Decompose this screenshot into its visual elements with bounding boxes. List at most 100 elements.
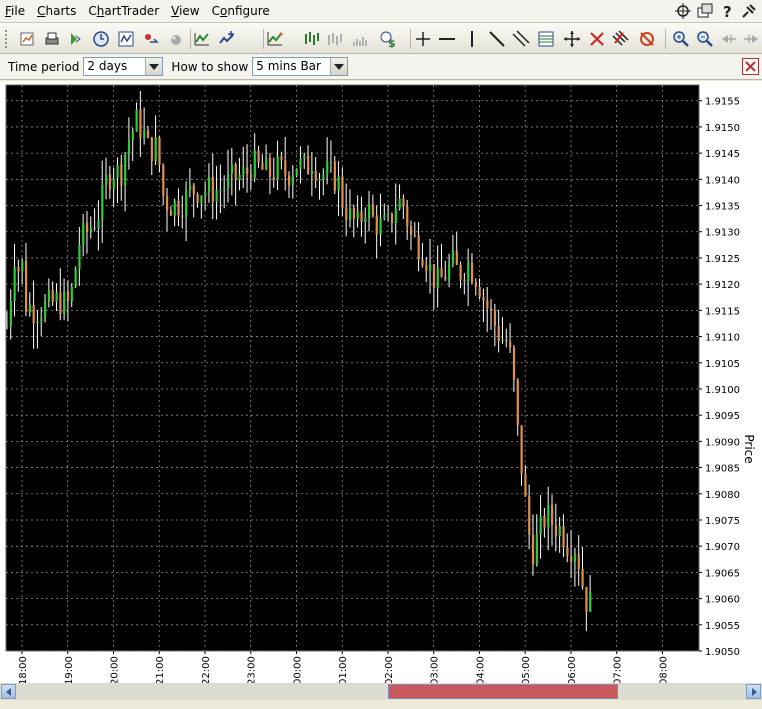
crosshair-icon[interactable] xyxy=(674,2,692,20)
candle-body xyxy=(478,286,481,297)
candle-body xyxy=(398,198,401,210)
dollar-clock-icon: $ xyxy=(380,31,396,48)
candle-body xyxy=(348,207,352,221)
price-chart[interactable]: 1.9155 1.9150 1.9145 1.9140 1.9135 1.9130 1.91… xyxy=(0,81,762,683)
scrollbar-thumb[interactable] xyxy=(388,684,618,699)
time-period-value: 2 days xyxy=(87,59,128,73)
clock-button[interactable] xyxy=(90,28,112,50)
indicator-button[interactable] xyxy=(191,28,213,50)
star-indicator-button[interactable] xyxy=(216,28,238,50)
candle-body xyxy=(364,217,367,222)
candle-body xyxy=(516,380,519,426)
chart-type-icon xyxy=(118,31,134,47)
menu-item-charttrader[interactable]: ChartTrader xyxy=(82,0,165,22)
candle-body xyxy=(82,222,85,245)
chevron-down-icon[interactable] xyxy=(330,58,348,75)
vertical-line-button[interactable] xyxy=(461,28,483,50)
candle-body xyxy=(265,157,268,170)
candle-body xyxy=(93,227,96,229)
ohlc-bar-button[interactable] xyxy=(301,28,323,50)
crosshair-tool-button[interactable] xyxy=(412,28,434,50)
new-chart-button[interactable] xyxy=(17,28,39,50)
x-tick-label: 01:00 xyxy=(338,656,349,683)
volume-bar-button[interactable] xyxy=(349,28,371,50)
delete-all-drawings-button[interactable] xyxy=(610,28,632,50)
candle-body xyxy=(291,175,295,186)
candle-body xyxy=(135,109,138,132)
candle-body xyxy=(127,140,131,155)
candle-body xyxy=(379,218,382,235)
y-tick-label: 1.9110 xyxy=(705,333,740,344)
candle-body xyxy=(55,292,58,302)
candle-body xyxy=(101,184,104,221)
parallel-lines-button[interactable] xyxy=(510,28,532,50)
candle-body xyxy=(444,277,447,280)
horizontal-scrollbar[interactable] xyxy=(0,683,762,700)
indicator-icon xyxy=(194,33,209,46)
candle-body xyxy=(280,156,283,161)
close-chart-button[interactable] xyxy=(742,58,759,75)
zoom-out-button[interactable] xyxy=(694,28,716,50)
candle-body xyxy=(44,301,47,319)
arrow-left-icon xyxy=(5,687,11,696)
fibonacci-button[interactable] xyxy=(535,28,557,50)
y-tick-label: 1.9085 xyxy=(705,464,740,475)
candle-body xyxy=(474,282,477,287)
candle-body xyxy=(116,164,119,178)
print-button[interactable] xyxy=(41,28,63,50)
menu-item-charts[interactable]: Charts xyxy=(31,0,82,22)
dollar-clock-button[interactable]: $ xyxy=(377,28,399,50)
window-controls: ? xyxy=(674,2,758,20)
scroll-right-button[interactable] xyxy=(740,28,762,50)
ball-button[interactable] xyxy=(165,28,187,50)
duplicate-window-icon[interactable] xyxy=(696,2,714,20)
candle-body xyxy=(421,259,424,266)
line-chart-button[interactable] xyxy=(264,28,286,50)
scroll-right-button[interactable] xyxy=(746,684,761,699)
refresh-button[interactable] xyxy=(140,28,162,50)
candle-body xyxy=(448,263,451,280)
chart-type-button[interactable] xyxy=(115,28,137,50)
candle-body xyxy=(162,165,165,196)
status-strip xyxy=(0,700,762,709)
pin-icon[interactable] xyxy=(740,2,758,20)
candle-body xyxy=(196,194,199,203)
time-period-select[interactable]: 2 days xyxy=(83,57,164,76)
candle-body xyxy=(219,189,222,191)
candle-body xyxy=(105,174,108,185)
scroll-left-button[interactable] xyxy=(1,684,16,699)
how-to-show-select[interactable]: 5 mins Bar xyxy=(252,57,349,76)
chevron-down-icon[interactable] xyxy=(145,58,163,75)
delete-drawing-button[interactable] xyxy=(586,28,608,50)
x-tick-label: 20:00 xyxy=(109,656,120,683)
sound-button[interactable] xyxy=(65,28,87,50)
candle-body xyxy=(307,155,310,174)
horizontal-line-button[interactable] xyxy=(436,28,458,50)
toolbar-grip[interactable] xyxy=(4,29,8,49)
clear-alarm-button[interactable] xyxy=(636,28,658,50)
candle-body xyxy=(303,155,306,159)
ball-icon xyxy=(171,35,181,45)
x-tick-label: 23:00 xyxy=(247,656,258,683)
candle-body xyxy=(551,504,554,525)
toolbar-separator xyxy=(665,29,666,49)
price-chart-svg[interactable]: 1.9155 1.9150 1.9145 1.9140 1.9135 1.9130 1.91… xyxy=(0,81,762,683)
candle-body xyxy=(368,204,371,218)
y-tick-label: 1.9130 xyxy=(705,228,740,239)
candle-body xyxy=(486,300,489,309)
zoom-in-button[interactable] xyxy=(670,28,692,50)
help-icon[interactable]: ? xyxy=(718,2,736,20)
move-tool-button[interactable] xyxy=(561,28,583,50)
bar-chart-light-button[interactable] xyxy=(324,28,346,50)
menu-item-configure[interactable]: Configure xyxy=(206,0,276,22)
menu-item-view[interactable]: View xyxy=(165,0,205,22)
candle-body xyxy=(455,250,458,265)
trend-line-button[interactable] xyxy=(486,28,508,50)
scroll-left-button[interactable] xyxy=(718,28,740,50)
candle-body xyxy=(566,547,569,556)
crosshair-tool-icon xyxy=(416,32,430,46)
time-period-label: Time period xyxy=(8,59,80,74)
menu-item-file[interactable]: File xyxy=(0,0,31,22)
candle-body xyxy=(9,300,12,327)
y-tick-label: 1.9115 xyxy=(705,306,740,317)
